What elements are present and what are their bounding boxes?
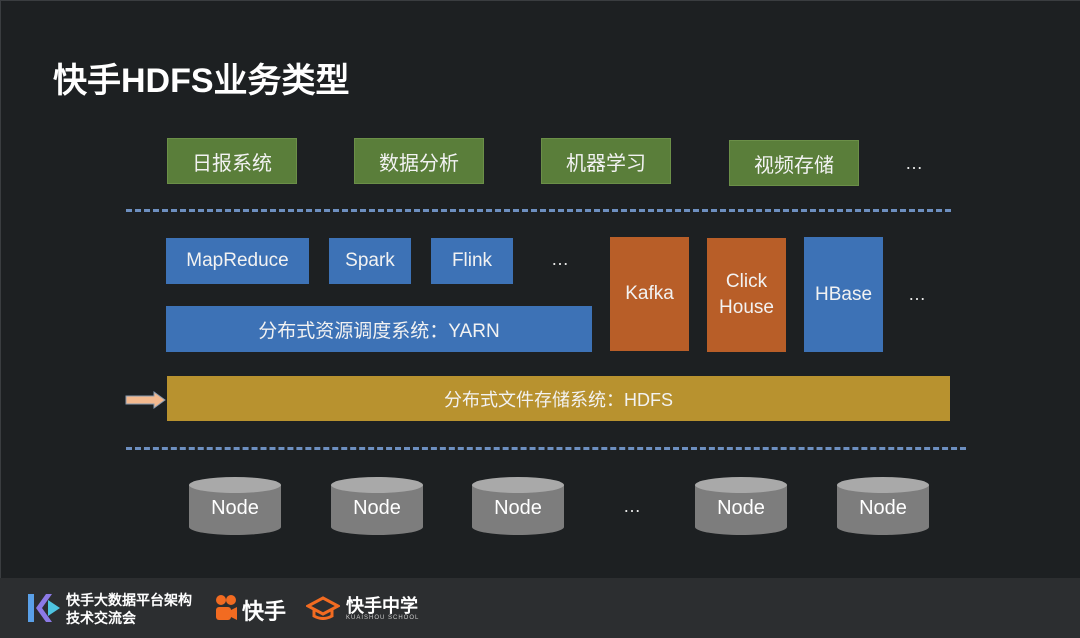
slide-title: 快手HDFS业务类型 [53,62,350,100]
kuaishou-logo-icon [216,595,237,620]
footer-bar: 快手大数据平台架构 技术交流会 快手 快手中学 KUAISHOU SCHOOL [0,578,1080,638]
hdfs-box: 分布式文件存储系统：HDFS [167,376,950,421]
conference-brand: 快手大数据平台架构 技术交流会 [66,591,192,627]
conference-logo-icon [28,594,60,622]
engine-box-mapreduce: MapReduce [166,238,309,284]
engine-box-spark: Spark [329,238,411,284]
app-box-machine-learning: 机器学习 [541,138,671,184]
school-logo-icon [306,596,340,620]
school-brand-en: KUAISHOU SCHOOL [346,615,420,621]
service-box-clickhouse: Click House [707,238,786,352]
divider-top [126,209,951,212]
node-cylinder: Node [189,477,281,535]
arrow-right-icon [125,391,166,409]
app-box-video-storage: 视频存储 [729,140,859,186]
divider-bottom [126,447,966,450]
node-label: Node [717,497,765,519]
node-cylinder: Node [331,477,423,535]
node-label: Node [494,497,542,519]
kuaishou-brand: 快手 [242,599,287,624]
app-box-data-analysis: 数据分析 [354,138,484,184]
service-more-ellipsis: … [908,284,926,304]
engine-box-flink: Flink [431,238,513,284]
node-cylinder: Node [472,477,564,535]
app-more-ellipsis: … [905,153,923,173]
node-cylinder: Node [837,477,929,535]
node-label: Node [353,497,401,519]
app-box-daily-report: 日报系统 [167,138,297,184]
service-box-hbase: HBase [804,237,883,352]
node-label: Node [211,497,259,519]
conference-title-line1: 快手大数据平台架构 [66,592,192,608]
slide: 快手HDFS业务类型 日报系统 数据分析 机器学习 视频存储 … MapRedu… [0,0,1080,578]
node-cylinder: Node [695,477,787,535]
engine-more-ellipsis: … [551,249,569,269]
node-label: Node [859,497,907,519]
yarn-box: 分布式资源调度系统：YARN [166,306,592,352]
node-more-ellipsis: … [623,496,641,516]
conference-title-line2: 技术交流会 [66,610,136,626]
service-box-kafka: Kafka [610,237,689,351]
